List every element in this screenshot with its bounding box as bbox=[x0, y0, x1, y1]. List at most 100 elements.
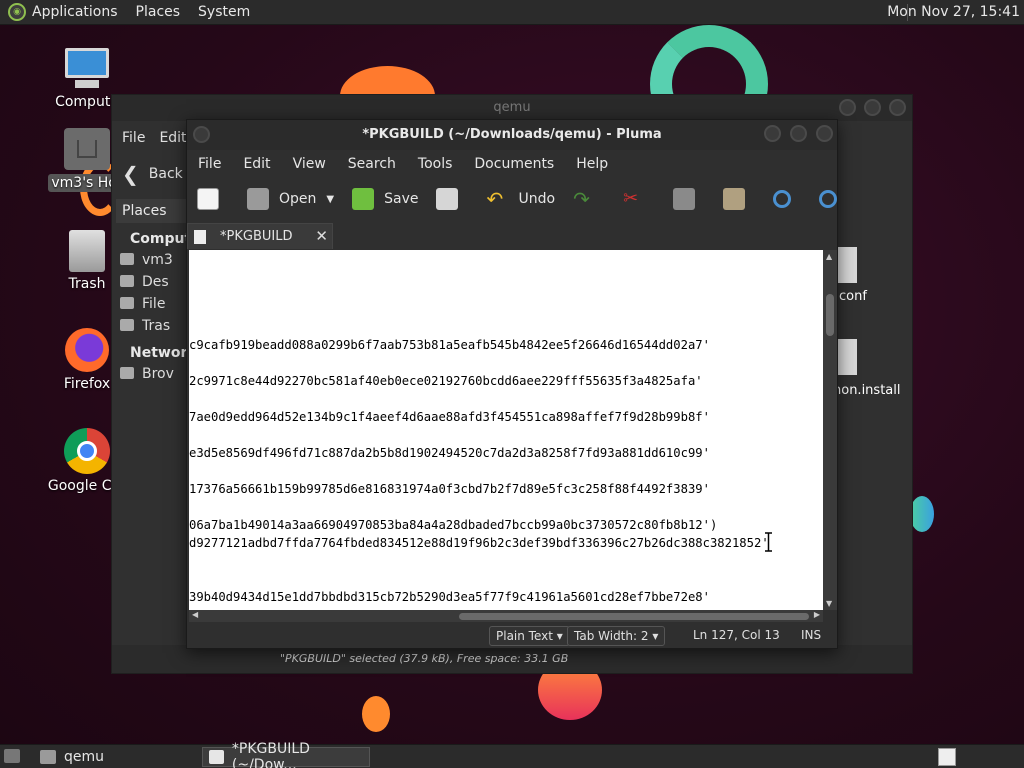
scrollbar-thumb[interactable] bbox=[459, 613, 809, 620]
text-line: c9cafb919beadd088a0299b6f7aab753b81a5eaf… bbox=[189, 338, 710, 352]
file-item-label[interactable]: hon.install bbox=[833, 383, 900, 398]
folder-icon bbox=[40, 750, 56, 764]
minimize-button[interactable] bbox=[839, 99, 856, 116]
file-item-label[interactable]: conf bbox=[839, 289, 867, 304]
file-item[interactable] bbox=[837, 339, 857, 375]
open-dropdown-arrow-icon[interactable]: ▼ bbox=[326, 194, 334, 205]
wallpaper-teal-blob bbox=[910, 496, 934, 532]
scroll-down-icon[interactable]: ▼ bbox=[826, 599, 832, 608]
insert-mode: INS bbox=[801, 628, 822, 642]
tab-close-icon[interactable]: ✕ bbox=[315, 227, 328, 245]
clock[interactable]: Mon Nov 27, 15:41 bbox=[887, 4, 1020, 20]
save-icon bbox=[352, 188, 375, 210]
sidebar-group-network: Network bbox=[130, 345, 197, 361]
scroll-left-icon[interactable]: ◀ bbox=[192, 610, 198, 619]
find-button[interactable] bbox=[773, 190, 801, 208]
chrome-icon bbox=[64, 428, 110, 474]
top-panel: ◉ Applications Places System Mon Nov 27,… bbox=[0, 0, 1024, 25]
sidebar-item[interactable]: Brov bbox=[116, 363, 196, 385]
redo-icon: ↷ bbox=[573, 187, 590, 211]
chevron-down-icon: ▾ bbox=[652, 629, 659, 643]
syntax-dropdown[interactable]: Plain Text ▾ bbox=[489, 626, 570, 646]
search-icon bbox=[773, 190, 792, 208]
paste-button[interactable] bbox=[723, 188, 755, 210]
pluma-editor-window: *PKGBUILD (~/Downloads/qemu) - Pluma Fil… bbox=[186, 119, 838, 649]
menu-file[interactable]: File bbox=[122, 130, 145, 146]
tab-width-dropdown[interactable]: Tab Width: 2 ▾ bbox=[567, 626, 666, 646]
redo-button[interactable]: ↷ bbox=[573, 188, 605, 210]
save-button[interactable]: Save bbox=[352, 188, 418, 210]
copy-icon bbox=[673, 188, 696, 210]
open-folder-icon bbox=[247, 188, 269, 210]
file-item[interactable] bbox=[837, 247, 857, 283]
text-line: 2c9971c8e44d92270bc581af40eb0ece02192760… bbox=[189, 374, 703, 388]
taskbar-item-qemu[interactable]: qemu bbox=[34, 747, 200, 767]
paste-icon bbox=[723, 188, 746, 210]
trash-icon bbox=[120, 319, 134, 331]
text-line: 7ae0d9edd964d52e134b9c1f4aeef4d6aae88afd… bbox=[189, 410, 710, 424]
scissors-icon: ✂ bbox=[623, 188, 639, 209]
menu-help[interactable]: Help bbox=[576, 156, 608, 172]
find-replace-icon bbox=[819, 190, 838, 208]
home-icon bbox=[120, 253, 134, 265]
menu-search[interactable]: Search bbox=[348, 156, 396, 172]
minimize-button[interactable] bbox=[764, 125, 781, 142]
drive-icon bbox=[120, 297, 134, 309]
new-button[interactable] bbox=[197, 188, 229, 210]
tab-pkgbuild[interactable]: *PKGBUILD ✕ bbox=[187, 223, 333, 249]
menubar: File Edit View Search Tools Documents He… bbox=[187, 150, 837, 178]
vertical-scrollbar[interactable]: ▲ ▼ bbox=[823, 250, 837, 610]
firefox-icon bbox=[65, 328, 109, 372]
mate-menu-icon[interactable]: ◉ bbox=[8, 3, 26, 21]
scrollbar-thumb[interactable] bbox=[826, 294, 834, 336]
text-line: e3d5e8569df496fd71c887da2b5b8d1902494520… bbox=[189, 446, 710, 460]
sidebar: Places Compute vm3 Des File Tras Network… bbox=[116, 199, 201, 643]
undo-icon: ↶ bbox=[486, 187, 504, 211]
window-buttons bbox=[839, 99, 906, 116]
scroll-right-icon[interactable]: ▶ bbox=[814, 610, 820, 619]
menu-edit[interactable]: Edit bbox=[243, 156, 270, 172]
menu-view[interactable]: View bbox=[293, 156, 326, 172]
show-desktop-icon[interactable] bbox=[4, 749, 20, 763]
menu-edit[interactable]: Edit bbox=[159, 130, 186, 146]
applications-menu[interactable]: Applications bbox=[32, 4, 118, 20]
undo-button[interactable]: ↶ Undo bbox=[486, 188, 555, 210]
document-tabs: *PKGBUILD ✕ bbox=[187, 220, 837, 250]
horizontal-scrollbar[interactable]: ◀ ▶ bbox=[189, 610, 823, 622]
new-document-icon bbox=[197, 188, 219, 210]
text-line: 39b40d9434d15e1dd7bbdbd315cb72b5290d3ea5… bbox=[189, 590, 710, 604]
cut-button[interactable]: ✂ bbox=[623, 188, 655, 210]
sidebar-item[interactable]: File bbox=[116, 293, 196, 315]
maximize-button[interactable] bbox=[790, 125, 807, 142]
window-menu-button[interactable] bbox=[193, 126, 210, 143]
sidebar-item[interactable]: vm3 bbox=[116, 249, 196, 271]
window-titlebar: *PKGBUILD (~/Downloads/qemu) - Pluma bbox=[187, 120, 837, 150]
toolbar: Open ▼ Save ↶ Undo ↷ ✂ bbox=[187, 178, 838, 220]
taskbar-item-pkgbuild[interactable]: *PKGBUILD (~/Dow... bbox=[202, 741, 370, 768]
back-button[interactable]: Back bbox=[149, 166, 183, 182]
open-button[interactable]: Open ▼ bbox=[247, 188, 334, 210]
back-arrow-icon[interactable]: ❮ bbox=[122, 162, 139, 186]
home-folder-icon bbox=[64, 128, 110, 170]
close-button[interactable] bbox=[816, 125, 833, 142]
menu-file[interactable]: File bbox=[198, 156, 221, 172]
places-menu[interactable]: Places bbox=[136, 4, 181, 20]
print-button[interactable] bbox=[436, 188, 468, 210]
computer-icon bbox=[63, 46, 111, 90]
scroll-up-icon[interactable]: ▲ bbox=[826, 252, 832, 261]
sidebar-item[interactable]: Des bbox=[116, 271, 196, 293]
document-icon bbox=[194, 229, 206, 244]
system-menu[interactable]: System bbox=[198, 4, 250, 20]
text-editor-area[interactable]: c9cafb919beadd088a0299b6f7aab753b81a5eaf… bbox=[189, 250, 823, 610]
menu-documents[interactable]: Documents bbox=[474, 156, 554, 172]
sidebar-item[interactable]: Tras bbox=[116, 315, 196, 337]
copy-button[interactable] bbox=[673, 188, 705, 210]
maximize-button[interactable] bbox=[864, 99, 881, 116]
network-icon bbox=[120, 367, 134, 379]
sidebar-header[interactable]: Places bbox=[116, 199, 196, 223]
editor-status-bar: Plain Text ▾ Tab Width: 2 ▾ Ln 127, Col … bbox=[187, 622, 837, 648]
replace-button[interactable] bbox=[819, 190, 847, 208]
close-button[interactable] bbox=[889, 99, 906, 116]
workspace-switcher[interactable] bbox=[938, 748, 956, 766]
menu-tools[interactable]: Tools bbox=[418, 156, 453, 172]
